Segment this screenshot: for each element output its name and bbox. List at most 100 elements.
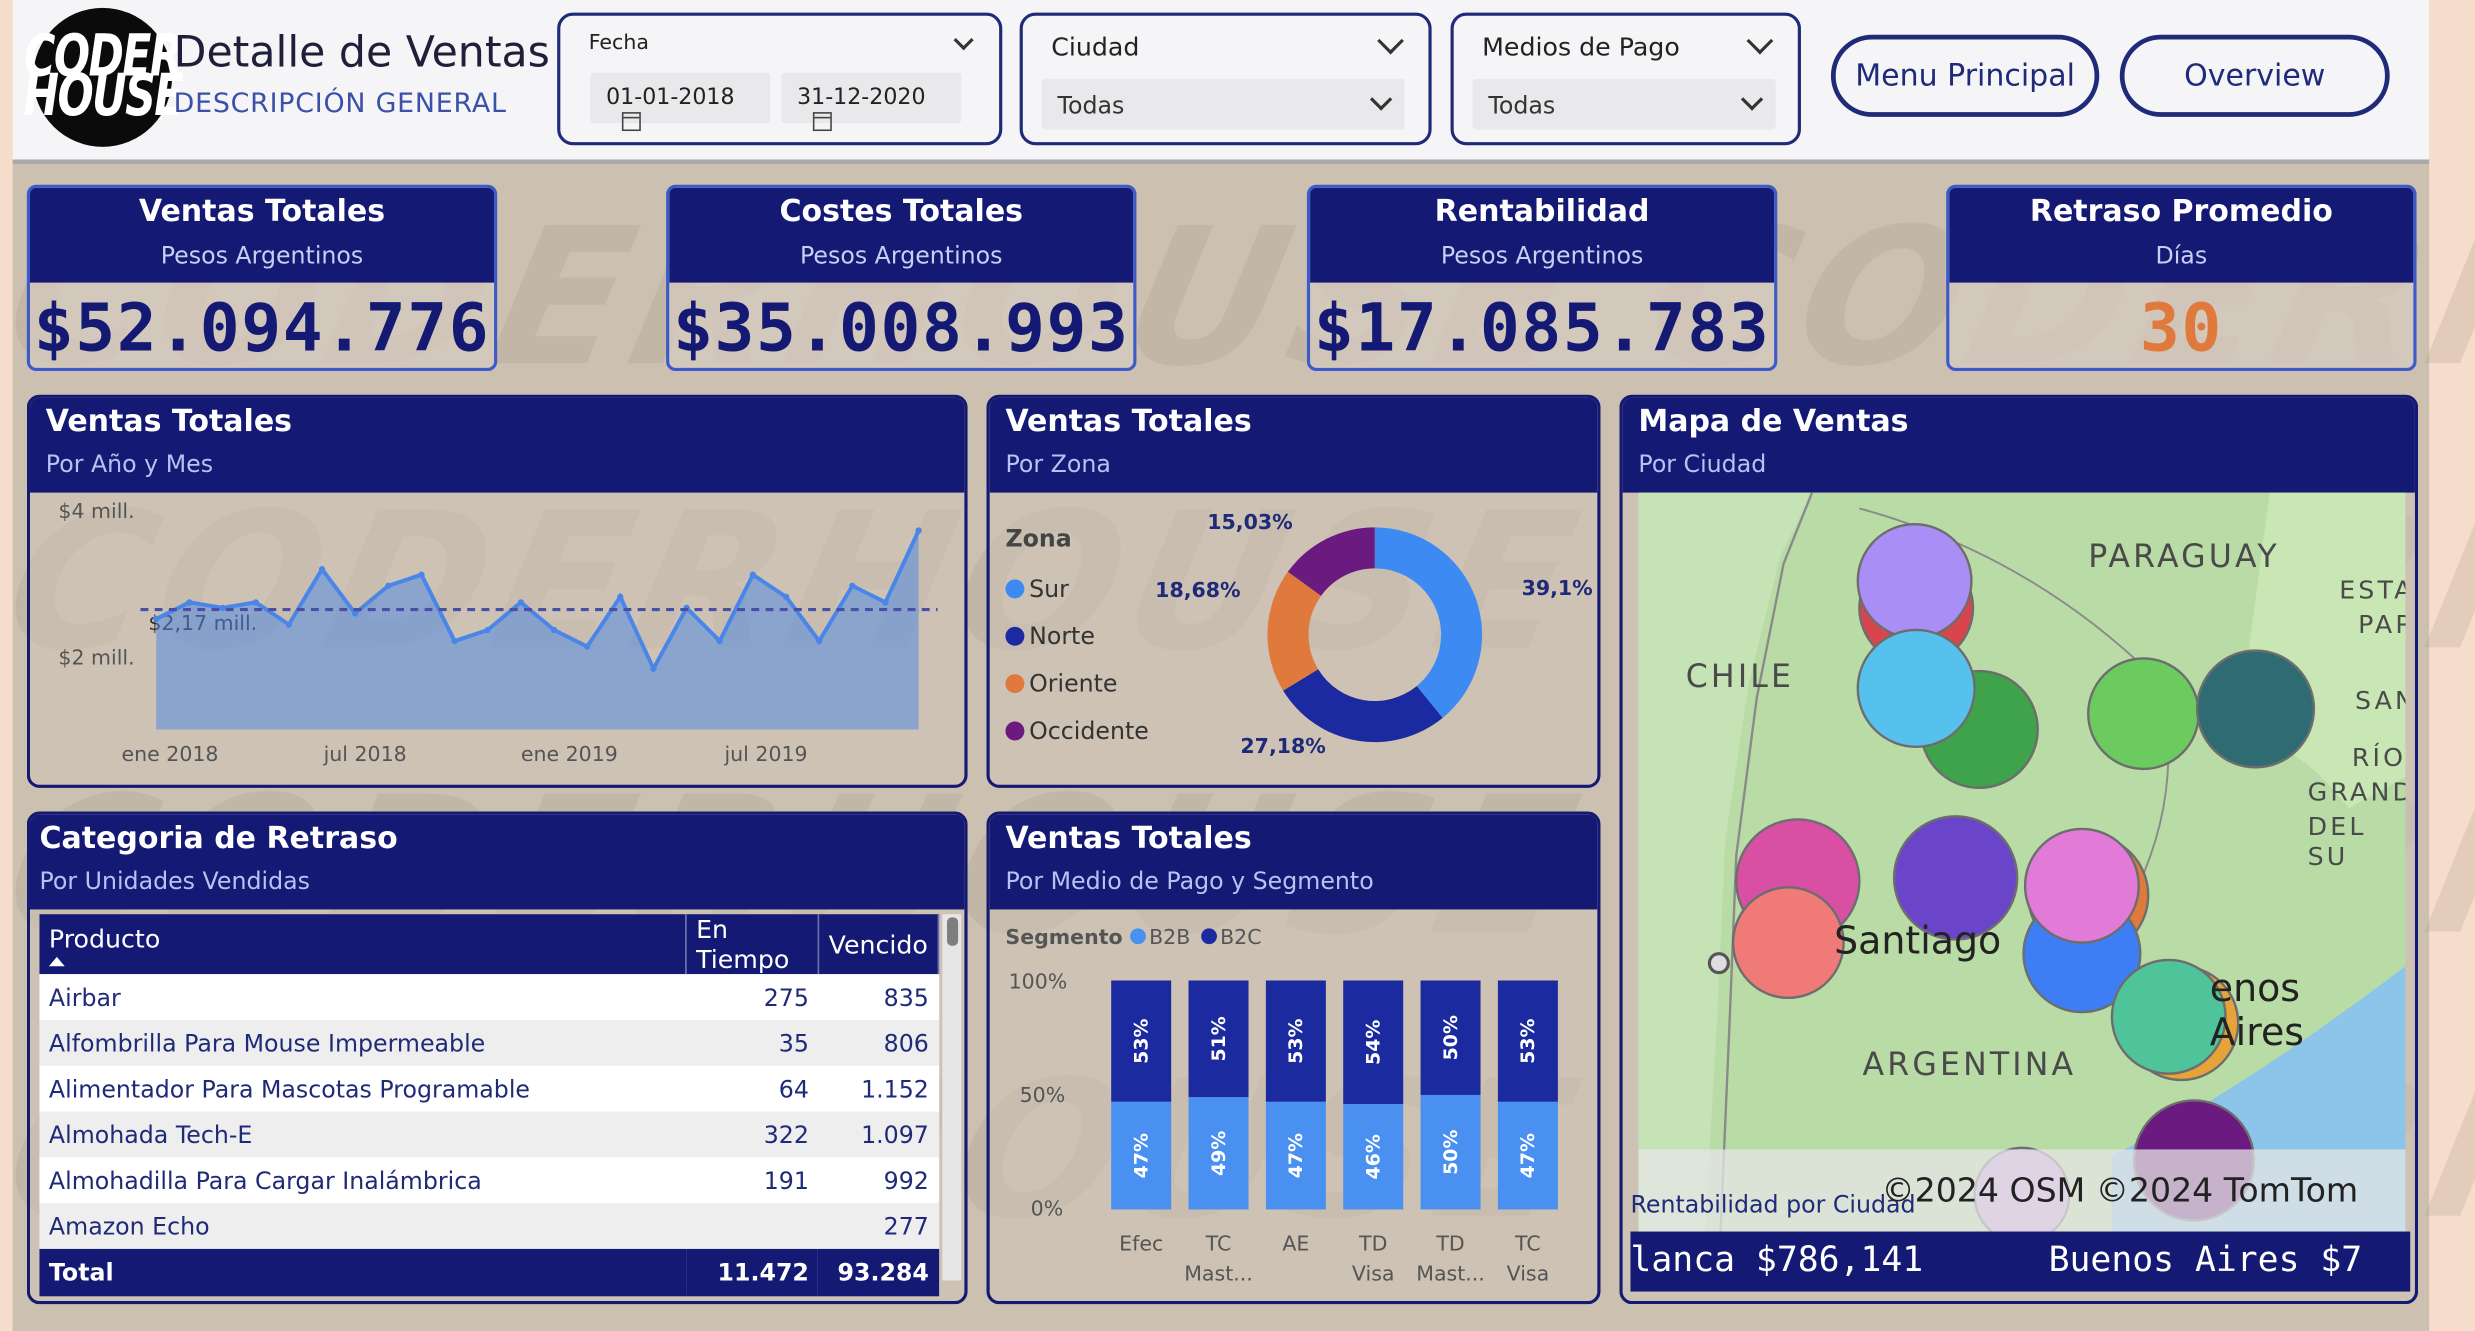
pie-slice[interactable]	[1283, 669, 1443, 743]
data-point[interactable]	[153, 615, 160, 623]
map-attribution: ©2024 OSM ©2024 TomTom	[1881, 1171, 2359, 1210]
legend-label[interactable]: B2B	[1149, 925, 1190, 949]
data-point[interactable]	[351, 610, 359, 617]
table-row[interactable]: Almohada Tech-E 322 1.097	[39, 1111, 939, 1158]
table-cell: 1.152	[818, 1065, 939, 1112]
kpi-card-ventas: Ventas Totales Pesos Argentinos $52.094.7…	[26, 184, 498, 372]
data-point[interactable]	[584, 643, 591, 650]
donut-chart: 39,1% 27,18% 18,68% 15,03%	[1155, 510, 1593, 758]
x-tick-label: Mast...	[1416, 1261, 1485, 1285]
overview-button[interactable]: Overview	[2119, 34, 2390, 117]
panel-subtitle: Por Año y Mes	[45, 449, 214, 479]
data-point[interactable]	[385, 582, 392, 589]
kpi-title: Rentabilidad	[1434, 194, 1650, 229]
data-point[interactable]	[285, 621, 293, 628]
panel-title: Categoria de Retraso	[39, 821, 398, 856]
data-point[interactable]	[451, 637, 458, 645]
data-point[interactable]	[782, 593, 790, 600]
data-point[interactable]	[716, 637, 723, 645]
data-point[interactable]	[650, 665, 657, 672]
ciudad-value: Todas	[1057, 91, 1125, 120]
fecha-label: Fecha	[588, 31, 649, 56]
data-point[interactable]	[517, 599, 525, 606]
bar-label: 54%	[1363, 1020, 1385, 1065]
table-row[interactable]: Alfombrilla Para Mouse Impermeable 35 806	[39, 1019, 939, 1066]
x-tick-label: jul 2018	[323, 742, 407, 766]
column-header-vencido[interactable]: Vencido	[818, 914, 940, 975]
data-point[interactable]	[219, 604, 226, 612]
map-bubble[interactable]	[1856, 523, 1973, 640]
fecha-hasta-text: 31-12-2020	[797, 85, 926, 111]
fecha-desde[interactable]: 01-01-2018	[590, 72, 771, 132]
data-point[interactable]	[882, 599, 889, 606]
panel-header: Categoria de Retraso Por Unidades Vendida…	[29, 814, 965, 910]
chevron-down-icon[interactable]	[1740, 88, 1764, 111]
map-bubble[interactable]	[2110, 958, 2227, 1075]
panel-header: Ventas Totales Por Año y Mes	[29, 397, 965, 493]
data-point[interactable]	[550, 626, 558, 634]
categoria-retraso-panel: Categoria de Retraso Por Unidades Vendida…	[26, 811, 968, 1305]
data-point[interactable]	[849, 582, 856, 589]
sort-asc-icon[interactable]	[48, 956, 65, 966]
chevron-down-icon[interactable]	[953, 30, 974, 51]
map-bubble[interactable]	[2023, 827, 2140, 944]
data-point[interactable]	[816, 637, 823, 645]
legend-label[interactable]: B2C	[1220, 925, 1261, 949]
table-scrollbar[interactable]	[942, 914, 962, 1281]
fecha-desde-text: 01-01-2018	[606, 85, 735, 111]
map-area[interactable]: PARAGUAY CHILE ARGENTINA ESTA PAR SAN RÍ…	[1638, 492, 2406, 1235]
legend-dot	[1130, 928, 1146, 945]
medios-pago-select[interactable]: Todas	[1472, 78, 1776, 130]
data-point[interactable]	[186, 599, 193, 606]
data-point[interactable]	[484, 626, 491, 634]
panel-subtitle: Por Medio de Pago y Segmento	[1005, 866, 1374, 896]
y-tick-label: 0%	[1031, 1197, 1064, 1221]
map-bubble[interactable]	[2087, 657, 2200, 771]
data-point[interactable]	[617, 593, 624, 600]
x-tick-label: TC	[1205, 1231, 1232, 1255]
bar-label: 47%	[1130, 1133, 1152, 1178]
data-point[interactable]	[749, 571, 757, 578]
data-point[interactable]	[318, 566, 326, 573]
kpi-subtitle: Pesos Argentinos	[800, 241, 1003, 270]
bar-label: 50%	[1440, 1130, 1462, 1175]
map-bubble[interactable]	[1731, 886, 1845, 1000]
column-header-en-tiempo[interactable]: En Tiempo	[685, 914, 820, 975]
legend-dot	[1201, 928, 1217, 945]
table-cell: 1.097	[818, 1111, 939, 1158]
top-bar: CODER HOUSE Detalle de Ventas DESCRIPCIÓ…	[12, 0, 2430, 165]
chevron-down-icon[interactable]	[1746, 27, 1774, 55]
table-row[interactable]: Almohadilla Para Cargar Inalámbrica 191 99…	[39, 1157, 939, 1204]
coderhouse-logo: CODER HOUSE	[23, 7, 183, 147]
ciudad-select[interactable]: Todas	[1041, 78, 1405, 130]
map-label-santiago: Santiago	[1834, 918, 2002, 964]
panel-title: Mapa de Ventas	[1638, 404, 1909, 439]
legend-title: Segmento	[1005, 925, 1122, 949]
y-tick-label: $2 mill.	[58, 646, 134, 670]
data-point[interactable]	[418, 571, 425, 578]
location-pin-icon[interactable]	[1707, 952, 1730, 975]
chevron-down-icon[interactable]	[1369, 88, 1393, 111]
menu-principal-button[interactable]: Menu Principal	[1830, 34, 2100, 117]
table-row[interactable]: Alimentador Para Mascotas Programable 64 1…	[39, 1065, 939, 1112]
map-bubble[interactable]	[2195, 649, 2316, 769]
scrollbar-thumb[interactable]	[946, 917, 958, 946]
calendar-icon[interactable]	[812, 112, 832, 132]
column-header-producto[interactable]: Producto	[39, 914, 687, 975]
table-cell: 806	[818, 1019, 939, 1066]
x-tick-label: ene 2018	[122, 742, 219, 766]
bar-label: 49%	[1208, 1131, 1230, 1176]
table-cell: Almohada Tech-E	[39, 1111, 686, 1158]
ticker-title: Rentabilidad por Ciudad	[1630, 1190, 1916, 1219]
kpi-title: Costes Totales	[779, 194, 1024, 229]
fecha-hasta[interactable]: 31-12-2020	[781, 72, 962, 132]
data-point[interactable]	[252, 599, 259, 606]
x-tick-label: Mast...	[1184, 1261, 1253, 1285]
calendar-icon[interactable]	[621, 112, 641, 132]
table-row[interactable]: Amazon Echo 277	[39, 1203, 939, 1249]
table-row[interactable]: Airbar 275 835	[39, 974, 939, 1020]
chevron-down-icon[interactable]	[1377, 27, 1404, 55]
map-bubble[interactable]	[1856, 628, 1976, 749]
pie-slice[interactable]	[1374, 527, 1483, 718]
data-point[interactable]	[915, 527, 922, 534]
